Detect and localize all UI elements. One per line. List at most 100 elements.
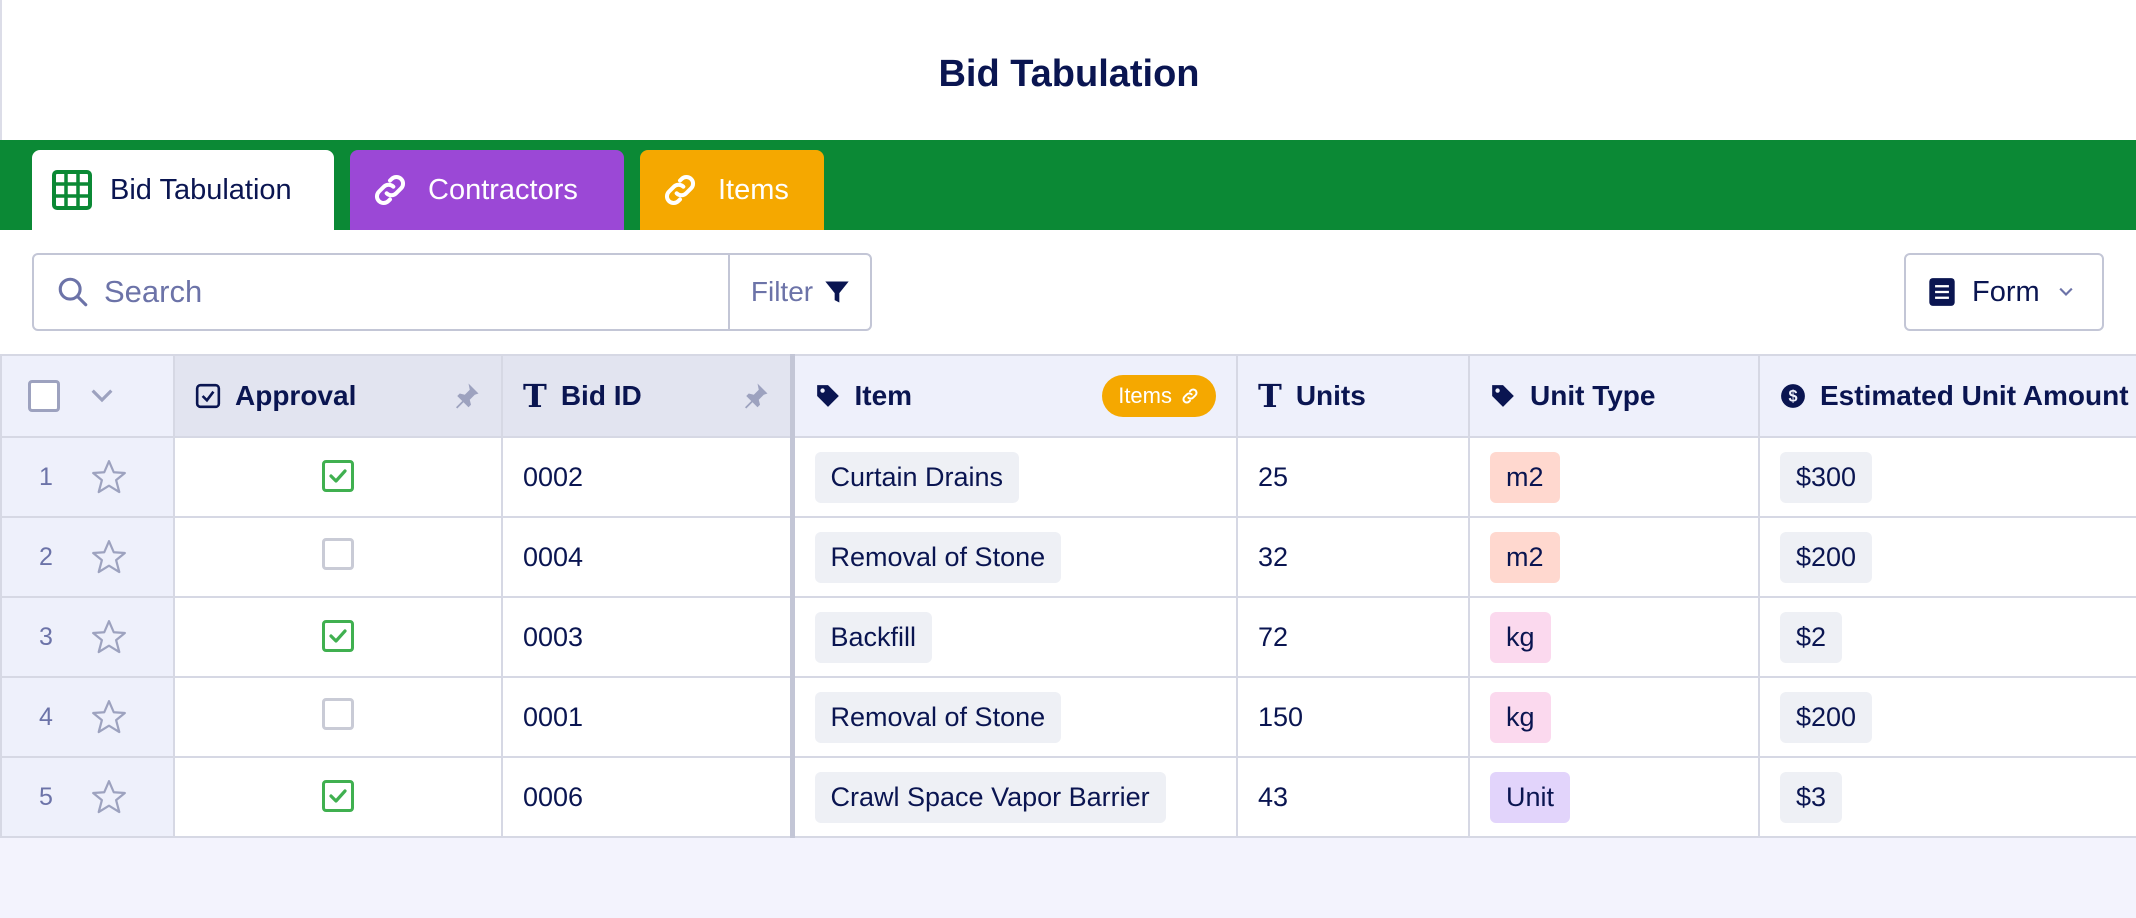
star-icon[interactable]	[90, 778, 128, 816]
column-header-unit-type[interactable]: Unit Type	[1468, 354, 1760, 438]
form-icon	[1928, 277, 1956, 307]
column-header-estimated-unit-amount[interactable]: $ Estimated Unit Amount	[1758, 354, 2136, 438]
tab-items[interactable]: Items	[640, 150, 824, 230]
tab-label: Bid Tabulation	[110, 173, 292, 206]
header-row: Approval T Bid ID Item Items T Units Uni…	[0, 354, 2136, 438]
star-icon[interactable]	[90, 618, 128, 656]
bid-id-cell: 0002	[501, 436, 795, 518]
check-icon	[329, 788, 347, 803]
select-all-header	[0, 354, 175, 438]
approval-cell	[173, 676, 503, 758]
svg-text:$: $	[1788, 387, 1797, 405]
tab-bar: Bid Tabulation Contractors Items	[0, 140, 2136, 230]
star-icon[interactable]	[90, 698, 128, 736]
units-cell: 150	[1236, 676, 1470, 758]
checkbox-icon	[195, 383, 221, 409]
search-icon	[56, 275, 90, 309]
column-header-units[interactable]: T Units	[1236, 354, 1470, 438]
amount-chip[interactable]: $200	[1780, 691, 1873, 743]
items-link-badge[interactable]: Items	[1102, 375, 1216, 417]
column-header-approval[interactable]: Approval	[173, 354, 503, 438]
column-label: Bid ID	[560, 380, 642, 411]
search-input[interactable]	[104, 274, 694, 310]
column-header-item[interactable]: Item Items	[791, 354, 1238, 438]
tab-bid-tabulation[interactable]: Bid Tabulation	[32, 150, 334, 230]
text-icon: T	[523, 377, 547, 415]
table-row[interactable]: 1 0002 Curtain Drains 25 m2 $300	[0, 436, 2136, 518]
unit-type-chip[interactable]: Unit	[1490, 771, 1571, 823]
unit-type-chip[interactable]: kg	[1490, 691, 1551, 743]
grid-icon	[52, 170, 92, 210]
item-chip[interactable]: Removal of Stone	[814, 691, 1062, 743]
link-icon	[660, 170, 700, 210]
approval-checkbox[interactable]	[322, 779, 354, 812]
approval-checkbox[interactable]	[322, 537, 354, 570]
tag-icon	[815, 383, 841, 409]
column-label: Units	[1295, 380, 1366, 411]
row-header: 5	[0, 756, 175, 838]
chevron-down-icon[interactable]	[86, 380, 118, 412]
approval-cell	[173, 436, 503, 518]
item-cell: Crawl Space Vapor Barrier	[791, 756, 1238, 838]
amount-chip[interactable]: $300	[1780, 451, 1873, 503]
star-icon[interactable]	[90, 458, 128, 496]
form-view-button[interactable]: Form	[1904, 253, 2104, 331]
bid-id-cell: 0001	[501, 676, 795, 758]
approval-checkbox[interactable]	[322, 619, 354, 652]
star-icon[interactable]	[90, 538, 128, 576]
select-all-checkbox[interactable]	[28, 380, 60, 412]
column-label: Estimated Unit Amount	[1820, 380, 2129, 411]
row-header: 1	[0, 436, 175, 518]
units-cell: 32	[1236, 516, 1470, 598]
item-cell: Backfill	[791, 596, 1238, 678]
amount-chip[interactable]: $200	[1780, 531, 1873, 583]
item-chip[interactable]: Crawl Space Vapor Barrier	[814, 771, 1166, 823]
amount-cell: $200	[1758, 516, 2136, 598]
amount-cell: $3	[1758, 756, 2136, 838]
approval-checkbox[interactable]	[322, 697, 354, 730]
bid-id-cell: 0006	[501, 756, 795, 838]
table-row[interactable]: 2 0004 Removal of Stone 32 m2 $200	[0, 516, 2136, 598]
filter-button[interactable]: Filter	[728, 255, 872, 329]
bid-id-cell: 0003	[501, 596, 795, 678]
amount-cell: $2	[1758, 596, 2136, 678]
pin-icon[interactable]	[740, 381, 770, 411]
amount-cell: $300	[1758, 436, 2136, 518]
row-number: 4	[39, 702, 53, 731]
item-chip[interactable]: Backfill	[814, 611, 933, 663]
text-icon: T	[1258, 377, 1282, 415]
row-header: 2	[0, 516, 175, 598]
amount-chip[interactable]: $2	[1780, 611, 1843, 663]
table-row[interactable]: 3 0003 Backfill 72 kg $2	[0, 596, 2136, 678]
item-chip[interactable]: Curtain Drains	[814, 451, 1020, 503]
approval-cell	[173, 596, 503, 678]
row-number: 2	[39, 542, 53, 571]
unit-type-cell: m2	[1468, 516, 1760, 598]
unit-type-chip[interactable]: m2	[1490, 531, 1560, 583]
column-header-bid-id[interactable]: T Bid ID	[501, 354, 795, 438]
table-row[interactable]: 4 0001 Removal of Stone 150 kg $200	[0, 676, 2136, 758]
chevron-down-icon	[2056, 282, 2076, 302]
row-number: 3	[39, 622, 53, 651]
data-grid: Approval T Bid ID Item Items T Units Uni…	[0, 354, 2136, 838]
bid-id-cell: 0004	[501, 516, 795, 598]
unit-type-chip[interactable]: m2	[1490, 451, 1560, 503]
approval-cell	[173, 756, 503, 838]
item-chip[interactable]: Removal of Stone	[814, 531, 1062, 583]
search-box: Filter	[32, 253, 872, 331]
approval-checkbox[interactable]	[322, 459, 354, 492]
currency-icon: $	[1780, 383, 1806, 409]
row-number: 5	[39, 782, 53, 811]
tab-contractors[interactable]: Contractors	[350, 150, 624, 230]
filter-label: Filter	[750, 276, 814, 307]
pin-icon[interactable]	[451, 381, 481, 411]
approval-cell	[173, 516, 503, 598]
row-number: 1	[39, 462, 53, 491]
toolbar: Filter Form	[0, 230, 2136, 354]
units-cell: 43	[1236, 756, 1470, 838]
amount-chip[interactable]: $3	[1780, 771, 1843, 823]
check-icon	[329, 628, 347, 643]
unit-type-chip[interactable]: kg	[1490, 611, 1551, 663]
item-cell: Removal of Stone	[791, 676, 1238, 758]
table-row[interactable]: 5 0006 Crawl Space Vapor Barrier 43 Unit…	[0, 756, 2136, 838]
